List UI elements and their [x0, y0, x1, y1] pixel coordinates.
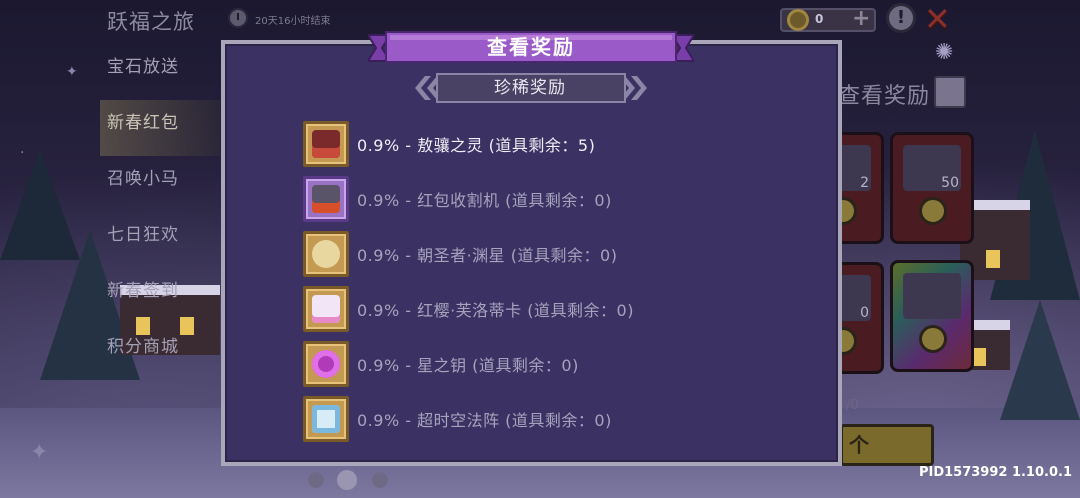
star-icon: ✺ — [935, 40, 954, 65]
reward-text: 0.9% - 红樱·芙洛蒂卡 (道具剩余：0) — [357, 301, 634, 320]
reward-row: 0.9% - 敖骧之灵 (道具剩余：5) — [303, 120, 723, 175]
clock-icon — [228, 8, 248, 28]
reward-list: 0.9% - 敖骧之灵 (道具剩余：5) 0.9% - 红包收割机 (道具剩余：… — [303, 120, 723, 450]
event-title: 跃福之旅 — [107, 10, 195, 34]
modal-title: 查看奖励 — [487, 35, 575, 59]
side-menu-item-new-year-red-envelope[interactable]: 新春红包 — [100, 100, 220, 156]
page-indicator-dot[interactable] — [308, 472, 324, 488]
reward-text: 0.9% - 敖骧之灵 (道具剩余：5) — [357, 136, 596, 155]
rare-envelope-card[interactable] — [890, 260, 974, 372]
coin-count: 0 — [815, 12, 824, 26]
reward-row: 0.9% - 朝圣者·渊星 (道具剩余：0) — [303, 230, 723, 285]
version-label: PID1573992 1.10.0.1 — [918, 465, 1072, 480]
coin-icon — [787, 9, 809, 31]
envelope-count: 0 — [860, 305, 869, 321]
reward-row: 0.9% - 星之钥 (道具剩余：0) — [303, 340, 723, 395]
reward-row: 0.9% - 红包收割机 (道具剩余：0) — [303, 175, 723, 230]
envelope-count: 50 — [941, 175, 959, 191]
modal-subtitle: 珍稀奖励 — [494, 78, 566, 98]
reward-text: 0.9% - 星之钥 (道具剩余：0) — [357, 356, 579, 375]
progress-fraction: /0 — [846, 398, 859, 413]
page-indicator-dot-active[interactable] — [337, 470, 357, 490]
view-rewards-label: 查看奖励 — [838, 84, 931, 109]
reward-text: 0.9% - 超时空法阵 (道具剩余：0) — [357, 411, 612, 430]
reward-row: 0.9% - 红樱·芙洛蒂卡 (道具剩余：0) — [303, 285, 723, 340]
cherry-pet-icon — [303, 286, 349, 332]
close-button[interactable]: ✕ — [924, 0, 951, 38]
spacetime-array-icon — [303, 396, 349, 442]
reward-row: 0.9% - 超时空法阵 (道具剩余：0) — [303, 395, 723, 450]
add-currency-button[interactable]: + — [852, 6, 870, 31]
side-menu-item-summon-pony[interactable]: 召唤小马 — [100, 156, 220, 212]
star-key-icon — [303, 341, 349, 387]
countdown-text: 20天16小时结束 — [255, 16, 331, 27]
page-indicator-dot[interactable] — [372, 472, 388, 488]
side-menu: 宝石放送 新春红包 召唤小马 七日狂欢 新春签到 积分商城 — [100, 44, 220, 380]
side-menu-item-seven-day-carnival[interactable]: 七日狂欢 — [100, 212, 220, 268]
envelope-count: 2 — [860, 175, 869, 191]
dragon-spirit-icon — [303, 121, 349, 167]
pine-tree — [1000, 300, 1080, 420]
reward-text: 0.9% - 红包收割机 (道具剩余：0) — [357, 191, 612, 210]
side-menu-item-gem-giveaway[interactable]: 宝石放送 — [100, 44, 220, 100]
star-icon: · — [20, 145, 25, 161]
reward-text: 0.9% - 朝圣者·渊星 (道具剩余：0) — [357, 246, 618, 265]
open-envelope-button[interactable]: 个 — [840, 424, 934, 466]
pilgrim-pet-icon — [303, 231, 349, 277]
red-envelope-harvester-icon — [303, 176, 349, 222]
star-icon: ✦ — [66, 64, 78, 80]
star-icon: ✦ — [30, 440, 49, 465]
magnifier-icon[interactable] — [934, 76, 966, 108]
info-button[interactable]: ! — [886, 3, 916, 33]
side-menu-item-points-shop[interactable]: 积分商城 — [100, 324, 220, 380]
red-envelope-card[interactable]: 50 — [890, 132, 974, 244]
side-menu-item-new-year-check-in[interactable]: 新春签到 — [100, 268, 220, 324]
